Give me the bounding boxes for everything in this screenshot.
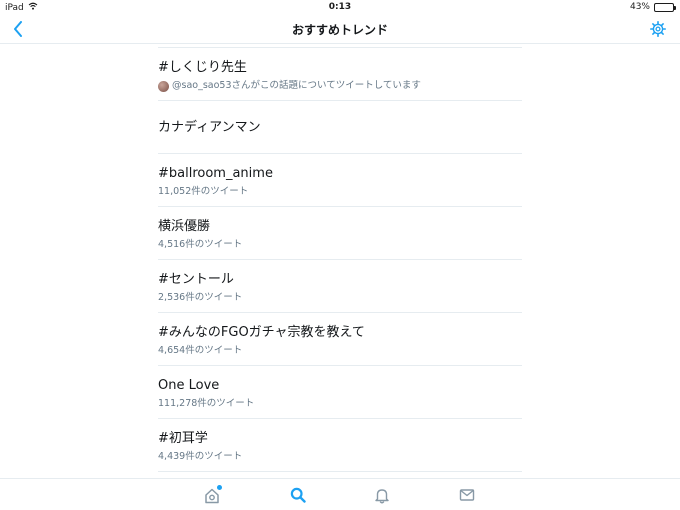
trend-tweet-count: 4,516件のツイート xyxy=(158,239,243,250)
trend-name: カナディアンマン xyxy=(158,120,261,135)
trend-row[interactable]: 横浜優勝 4,516件のツイート xyxy=(158,207,522,260)
trend-tweet-count: 4,439件のツイート xyxy=(158,451,243,462)
trend-name: #しくじり先生 xyxy=(158,60,247,75)
status-bar: iPad 0:13 43% xyxy=(0,0,680,14)
home-icon[interactable] xyxy=(201,485,223,505)
trend-name: #初耳学 xyxy=(158,431,208,446)
trend-name: #ballroom_anime xyxy=(158,166,273,181)
trend-tweet-count: 11,052件のツイート xyxy=(158,186,249,197)
trend-row[interactable]: #ballroom_anime 11,052件のツイート xyxy=(158,154,522,207)
gear-icon[interactable] xyxy=(648,19,668,39)
trend-name: #セントール xyxy=(158,272,234,287)
page-title: おすすめトレンド xyxy=(291,23,388,37)
status-time: 0:13 xyxy=(328,2,352,12)
trend-name: One Love xyxy=(158,378,220,393)
trend-row[interactable]: One Love 111,278件のツイート xyxy=(158,366,522,419)
trend-name: 横浜優勝 xyxy=(158,219,211,234)
navigation-bar: おすすめトレンド xyxy=(0,14,680,44)
avatar xyxy=(158,80,169,92)
battery-icon xyxy=(654,2,676,12)
trend-tweet-count: 2,536件のツイート xyxy=(158,292,243,303)
trend-meta: @sao_sao53さんがこの話題についてツイートしています xyxy=(158,80,522,92)
trend-tweet-count: 111,278件のツイート xyxy=(158,398,255,409)
trend-row[interactable]: カナディアンマン xyxy=(158,101,522,154)
trend-row[interactable]: #しくじり先生 @sao_sao53さんがこの話題についてツイートしています xyxy=(158,48,522,101)
trend-name: #みんなのFGOガチャ宗教を教えて xyxy=(158,325,365,340)
search-icon[interactable] xyxy=(287,485,309,505)
trend-row[interactable]: #セントール 2,536件のツイート xyxy=(158,260,522,313)
battery-percent: 43% xyxy=(629,2,650,12)
messages-icon[interactable] xyxy=(456,485,478,505)
notifications-icon[interactable] xyxy=(371,485,393,505)
trend-meta-text: @sao_sao53さんがこの話題についてツイートしています xyxy=(172,80,421,91)
trend-row[interactable]: #初耳学 4,439件のツイート xyxy=(158,419,522,472)
tab-bar xyxy=(0,478,680,510)
new-tweets-dot xyxy=(217,485,222,490)
trend-row[interactable]: #みんなのFGOガチャ宗教を教えて 4,654件のツイート xyxy=(158,313,522,366)
trend-tweet-count: 4,654件のツイート xyxy=(158,345,243,356)
trends-list: #しくじり先生 @sao_sao53さんがこの話題についてツイートしています カ… xyxy=(158,47,522,472)
